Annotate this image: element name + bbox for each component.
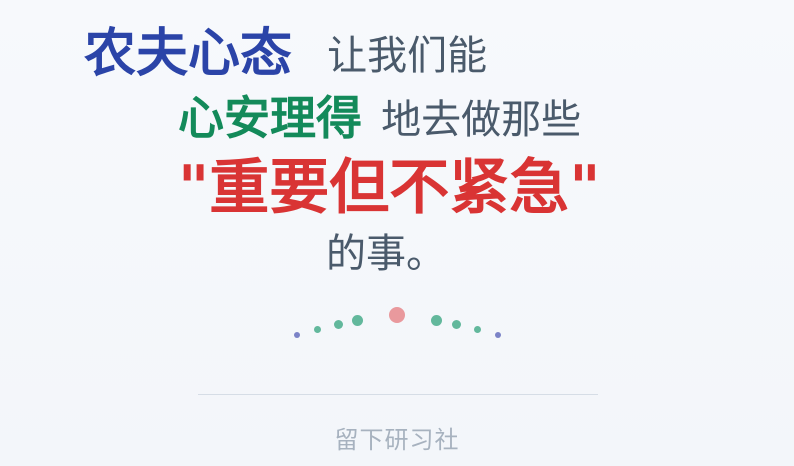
divider [198,394,598,395]
emphasis-text-red: "重要但不紧急" [178,153,601,223]
dot-icon [389,307,405,323]
quote-text: 让我们能 [327,33,488,79]
emphasis-text-blue: 农夫心态 [84,24,293,84]
poster: 农夫心态 让我们能 心安理得 地去做那些 "重要但不紧急" 的事。 留下研习社 [0,0,794,466]
dot-icon [474,326,481,333]
dot-icon [495,332,501,338]
dot-icon [431,315,442,326]
footer-brand: 留下研习社 [334,426,460,454]
quote-text: 地去做那些 [381,97,582,143]
dot-icon [314,326,321,333]
quote-line-3: "重要但不紧急" [178,158,601,218]
emphasis-text-green: 心安理得 [178,91,362,145]
dot-icon [294,332,300,338]
dot-icon [352,315,363,326]
dot-icon [334,320,343,329]
quote-line-4: 的事。 [326,234,446,274]
quote-text: 的事。 [326,231,446,277]
dot-icon [452,320,461,329]
quote-line-1: 农夫心态 让我们能 [84,28,487,80]
quote-line-2: 心安理得 地去做那些 [178,95,581,141]
